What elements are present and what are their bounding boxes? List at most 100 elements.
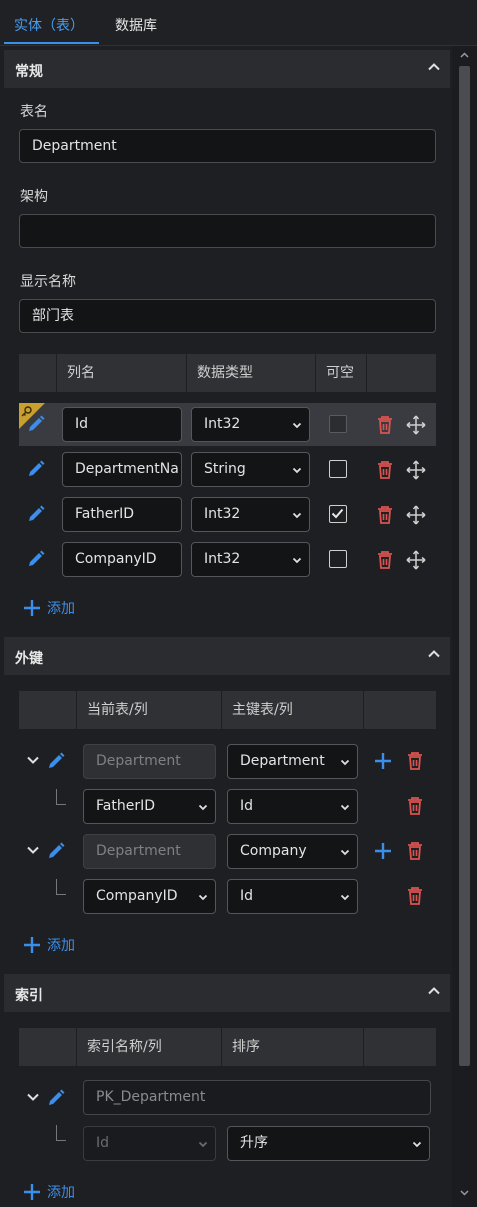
scroll-up-icon[interactable] xyxy=(458,49,471,62)
column-header-nullable: 可空 xyxy=(315,354,366,392)
delete-trash-icon[interactable] xyxy=(405,796,425,816)
add-plus-icon[interactable] xyxy=(373,751,393,771)
chevron-down-icon xyxy=(292,557,302,564)
column-name-input[interactable]: DepartmentNa xyxy=(62,452,182,487)
column-name-input[interactable]: FatherID xyxy=(62,497,182,532)
index-column-value: Id xyxy=(96,1135,110,1151)
foreign-keys-table-header: 当前表/列 主键表/列 xyxy=(19,691,436,729)
plus-icon xyxy=(24,937,40,953)
chevron-down-icon xyxy=(340,804,350,811)
delete-trash-icon[interactable] xyxy=(405,841,425,861)
columns-table-header: 列名 数据类型 可空 xyxy=(19,354,436,392)
move-handle-icon[interactable] xyxy=(406,415,426,435)
column-header-type: 数据类型 xyxy=(186,354,315,392)
expand-chevron-down-icon[interactable] xyxy=(24,841,42,859)
chevron-down-icon xyxy=(198,1141,208,1148)
column-type-value: Int32 xyxy=(204,506,241,522)
schema-label: 架构 xyxy=(20,189,48,205)
fk-header-primary: 主键表/列 xyxy=(221,691,363,729)
chevron-down-icon xyxy=(292,422,302,429)
delete-trash-icon[interactable] xyxy=(405,886,425,906)
edit-pencil-icon[interactable] xyxy=(26,549,46,569)
column-name-input[interactable]: CompanyID xyxy=(62,542,182,577)
fk-current-column-select[interactable]: CompanyID xyxy=(83,879,216,914)
nullable-checkbox[interactable] xyxy=(329,460,347,478)
scroll-down-icon[interactable] xyxy=(458,1186,471,1199)
fk-primary-table-value: Department xyxy=(240,753,325,769)
index-header-name: 索引名称/列 xyxy=(76,1028,221,1066)
chevron-up-icon[interactable] xyxy=(426,59,442,75)
chevron-down-icon xyxy=(340,759,350,766)
chevron-down-icon xyxy=(340,849,350,856)
scrollbar[interactable] xyxy=(452,46,477,1207)
fk-primary-column-value: Id xyxy=(240,798,254,814)
tree-connector xyxy=(56,879,66,895)
fk-current-column-value: FatherID xyxy=(96,798,155,814)
add-plus-icon[interactable] xyxy=(373,841,393,861)
edit-pencil-icon[interactable] xyxy=(26,414,46,434)
fk-current-column-value: CompanyID xyxy=(96,888,178,904)
fk-primary-column-select[interactable]: Id xyxy=(227,789,358,824)
table-name-input[interactable]: Department xyxy=(19,129,436,163)
index-order-select[interactable]: 升序 xyxy=(227,1126,430,1161)
edit-pencil-icon[interactable] xyxy=(26,459,46,479)
column-name-input[interactable]: Id xyxy=(62,407,182,442)
move-handle-icon[interactable] xyxy=(406,505,426,525)
column-type-select[interactable]: Int32 xyxy=(191,542,310,577)
column-type-select[interactable]: Int32 xyxy=(191,497,310,532)
chevron-down-icon xyxy=(198,804,208,811)
expand-chevron-down-icon[interactable] xyxy=(24,1088,42,1106)
plus-icon xyxy=(24,1184,40,1200)
delete-trash-icon[interactable] xyxy=(375,460,395,480)
fk-primary-table-select[interactable]: Department xyxy=(227,744,358,779)
fk-primary-table-select[interactable]: Company xyxy=(227,834,358,869)
section-indexes-header[interactable]: 索引 xyxy=(4,974,450,1012)
fk-current-column-select[interactable]: FatherID xyxy=(83,789,216,824)
column-type-select[interactable]: String xyxy=(191,452,310,487)
checkmark-icon xyxy=(331,508,344,519)
delete-trash-icon[interactable] xyxy=(375,415,395,435)
index-order-value: 升序 xyxy=(240,1135,268,1151)
move-handle-icon[interactable] xyxy=(406,550,426,570)
section-title: 外键 xyxy=(15,651,43,667)
chevron-down-icon xyxy=(340,894,350,901)
chevron-down-icon xyxy=(198,894,208,901)
chevron-up-icon[interactable] xyxy=(426,983,442,999)
column-type-select[interactable]: Int32 xyxy=(191,407,310,442)
move-handle-icon[interactable] xyxy=(406,460,426,480)
add-label: 添加 xyxy=(47,1185,75,1201)
fk-header-current: 当前表/列 xyxy=(76,691,221,729)
display-name-input[interactable]: 部门表 xyxy=(19,299,436,333)
chevron-up-icon[interactable] xyxy=(426,646,442,662)
table-name-label: 表名 xyxy=(20,104,48,120)
nullable-checkbox[interactable] xyxy=(329,550,347,568)
edit-pencil-icon[interactable] xyxy=(26,504,46,524)
index-name-input[interactable]: PK_Department xyxy=(83,1080,431,1115)
tab-entity[interactable]: 实体（表） xyxy=(14,15,84,35)
schema-input[interactable] xyxy=(19,214,436,248)
delete-trash-icon[interactable] xyxy=(405,751,425,771)
index-header-order: 排序 xyxy=(221,1028,363,1066)
column-type-value: Int32 xyxy=(204,416,241,432)
nullable-checkbox-checked[interactable] xyxy=(329,505,347,523)
active-tab-indicator xyxy=(4,42,99,44)
plus-icon xyxy=(24,600,40,616)
tab-database[interactable]: 数据库 xyxy=(115,15,157,35)
section-foreign-keys-header[interactable]: 外键 xyxy=(4,637,450,675)
section-title: 常规 xyxy=(15,64,43,80)
expand-chevron-down-icon[interactable] xyxy=(24,751,42,769)
chevron-down-icon xyxy=(412,1141,422,1148)
fk-primary-column-select[interactable]: Id xyxy=(227,879,358,914)
scroll-thumb[interactable] xyxy=(459,66,470,1066)
tree-connector xyxy=(56,1125,66,1141)
delete-trash-icon[interactable] xyxy=(375,505,395,525)
section-general-header[interactable]: 常规 xyxy=(4,50,450,88)
delete-trash-icon[interactable] xyxy=(375,550,395,570)
edit-pencil-icon[interactable] xyxy=(46,1088,66,1108)
tab-bar: 实体（表） 数据库 xyxy=(0,0,477,46)
chevron-down-icon xyxy=(292,512,302,519)
edit-pencil-icon[interactable] xyxy=(46,751,66,771)
edit-pencil-icon[interactable] xyxy=(46,841,66,861)
nullable-checkbox xyxy=(329,415,347,433)
tree-connector xyxy=(56,789,66,805)
